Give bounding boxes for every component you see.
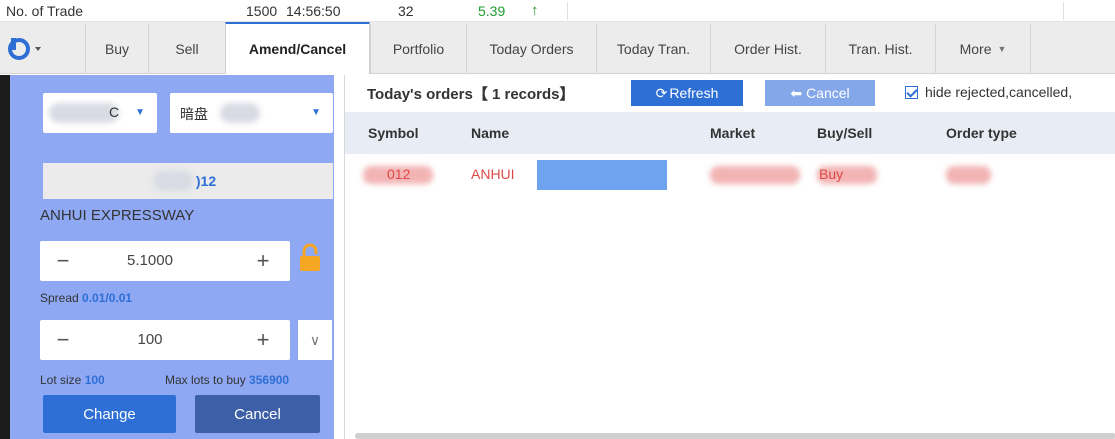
col-order-type[interactable]: Order type [946,125,1017,141]
tab-sell[interactable]: Sell [148,24,225,74]
volume-value: 32 [398,3,414,19]
chevron-down-icon: ▼ [135,107,145,118]
quantity-value[interactable]: 100 [100,331,200,348]
tab-transaction-history[interactable]: Tran. Hist. [825,24,935,74]
hide-rejected-checkbox[interactable]: hide rejected,cancelled, [905,84,1072,100]
infobar-divider [567,2,568,20]
market-info-bar: No. of Trade 1500 14:56:50 32 5.39 ↑ [0,0,1115,22]
col-buy-sell[interactable]: Buy/Sell [817,125,872,141]
increase-quantity-button[interactable]: + [248,326,278,354]
decrease-price-button[interactable]: − [48,247,78,275]
chevron-down-icon: ▼ [311,107,321,118]
today-orders-panel: Today's orders【 1 records】 ⟳ Refresh ⬅ Can… [344,75,1115,439]
change-order-button[interactable]: Change [43,395,176,433]
spread-info: Spread 0.01/0.01 [40,291,133,305]
quantity-dropdown-chevron-icon[interactable]: ∨ [298,320,332,360]
redacted-name [537,160,667,190]
refresh-button[interactable]: ⟳ Refresh [631,80,743,106]
cancel-order-button[interactable]: Cancel [195,395,320,433]
tab-amend-cancel[interactable]: Amend/Cancel [225,22,370,74]
tab-today-orders[interactable]: Today Orders [466,24,596,74]
tab-today-transactions[interactable]: Today Tran. [596,24,710,74]
orders-title: Today's orders【 1 records】 [367,86,575,103]
last-update-time: 14:56:50 [286,3,341,19]
col-market[interactable]: Market [710,125,755,141]
trading-tab-bar: Buy Sell Amend/Cancel Portfolio Today Or… [0,22,1115,74]
redacted-order-type [946,166,991,184]
col-name[interactable]: Name [471,125,509,141]
stock-name: ANHUI EXPRESSWAY [40,207,195,224]
decrease-quantity-button[interactable]: − [48,326,78,354]
redacted-code [153,171,193,191]
tab-portfolio[interactable]: Portfolio [370,24,466,74]
quantity-stepper[interactable]: − 100 + [40,320,290,360]
orders-table-header: Symbol Name Market Buy/Sell Order type [345,112,1115,154]
col-symbol[interactable]: Symbol [368,125,419,141]
amend-order-panel: C ▼ 暗盘 ▼ )12 ANHUI EXPRESSWAY − 5.1000 +… [0,75,334,439]
session-select[interactable]: 暗盘 ▼ [170,93,333,133]
max-lots-info: Max lots to buy 356900 [165,373,290,387]
up-arrow-icon: ↑ [531,2,539,19]
price-value[interactable]: 5.1000 [100,252,200,269]
checkbox-checked-icon [905,85,918,99]
infobar-divider [1063,2,1064,20]
redacted-session [220,103,260,123]
refresh-icon: ⟳ [655,84,668,101]
tab-more[interactable]: More ▼ [935,24,1031,74]
horizontal-scrollbar[interactable] [355,433,1115,439]
table-row[interactable]: 012 ANHUI Buy [345,160,1115,190]
lock-icon[interactable] [298,243,322,273]
lot-size-info: Lot size 100 [40,373,105,387]
trade-count-label: No. of Trade [6,3,84,19]
stock-code-field[interactable]: )12 [43,163,333,199]
tab-order-history[interactable]: Order Hist. [710,24,825,74]
redacted-market [710,166,800,184]
cancel-selected-button[interactable]: ⬅ Cancel [765,80,875,106]
tab-buy[interactable]: Buy [85,24,148,74]
price-stepper[interactable]: − 5.1000 + [40,241,290,281]
broker-logo-icon[interactable] [4,24,50,74]
chevron-down-icon: ▼ [997,44,1007,54]
account-select[interactable]: C ▼ [43,93,157,133]
last-price: 5.39 [478,3,506,19]
back-arrow-icon: ⬅ [790,84,803,101]
trade-count-value: 1500 [246,3,278,19]
increase-price-button[interactable]: + [248,247,278,275]
